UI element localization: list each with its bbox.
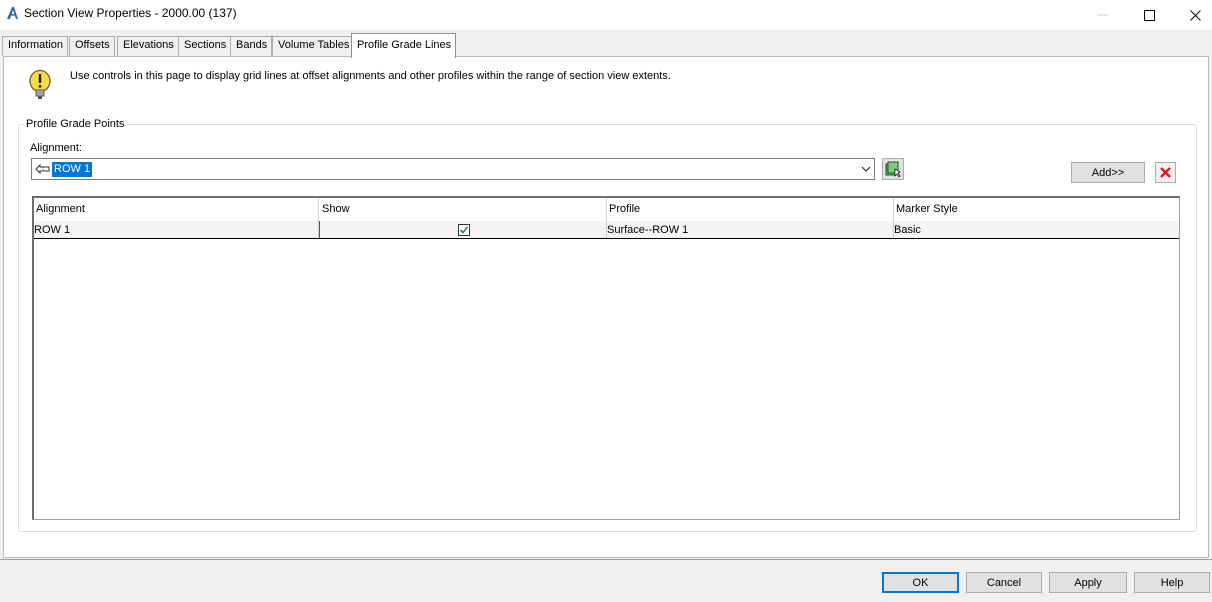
table-row[interactable]: ROW 1 Surface--ROW 1 Basic — [34, 221, 1179, 239]
cell-profile: Surface--ROW 1 — [607, 221, 894, 238]
cell-show — [319, 221, 607, 238]
maximize-icon — [1143, 9, 1155, 21]
title-bar: Section View Properties - 2000.00 (137) — [0, 0, 1212, 30]
pick-from-drawing-button[interactable] — [882, 158, 904, 180]
minimize-button[interactable] — [1080, 0, 1126, 30]
tab-information[interactable]: Information — [2, 36, 69, 56]
close-button[interactable] — [1172, 0, 1212, 30]
profile-grade-grid[interactable]: Alignment Show Profile Marker Style ROW … — [32, 196, 1180, 520]
delete-button[interactable] — [1155, 162, 1176, 183]
minimize-icon — [1098, 14, 1108, 16]
tab-offsets[interactable]: Offsets — [69, 36, 115, 56]
pick-from-drawing-icon — [885, 161, 901, 177]
apply-button[interactable]: Apply — [1049, 572, 1127, 593]
column-header-show[interactable]: Show — [320, 198, 607, 221]
delete-icon — [1160, 167, 1171, 178]
group-title: Profile Grade Points — [24, 118, 128, 130]
alignment-label: Alignment: — [30, 142, 82, 154]
add-button[interactable]: Add>> — [1071, 162, 1145, 183]
alignment-icon — [35, 163, 50, 175]
exclamation-bulb-icon — [29, 69, 51, 99]
show-checkbox[interactable] — [458, 224, 470, 236]
help-button[interactable]: Help — [1134, 572, 1210, 593]
column-header-profile[interactable]: Profile — [607, 198, 894, 221]
cancel-button[interactable]: Cancel — [966, 572, 1042, 593]
alignment-selected-value: ROW 1 — [52, 162, 93, 177]
column-header-alignment[interactable]: Alignment — [34, 198, 319, 221]
grid-header: Alignment Show Profile Marker Style — [34, 198, 1179, 221]
autocad-civil-icon — [7, 7, 18, 19]
close-icon — [1189, 9, 1201, 21]
tab-profile-grade-lines[interactable]: Profile Grade Lines — [351, 33, 457, 58]
tab-volume-tables[interactable]: Volume Tables — [272, 36, 355, 56]
chevron-down-icon — [861, 166, 871, 172]
tab-strip: Information Offsets Elevations Sections … — [0, 30, 1212, 58]
window-title: Section View Properties - 2000.00 (137) — [24, 6, 237, 20]
checkmark-icon — [459, 226, 469, 234]
ok-button[interactable]: OK — [882, 572, 959, 593]
tab-elevations[interactable]: Elevations — [117, 36, 179, 56]
tab-sections[interactable]: Sections — [178, 36, 232, 56]
column-header-marker-style[interactable]: Marker Style — [894, 198, 1180, 221]
cell-alignment: ROW 1 — [34, 221, 319, 238]
tab-bands[interactable]: Bands — [230, 36, 273, 56]
maximize-button[interactable] — [1126, 0, 1172, 30]
info-message: Use controls in this page to display gri… — [70, 70, 671, 82]
cell-marker-style: Basic — [894, 224, 921, 236]
tab-page: Use controls in this page to display gri… — [3, 56, 1209, 558]
alignment-dropdown[interactable]: ROW 1 — [31, 158, 875, 180]
